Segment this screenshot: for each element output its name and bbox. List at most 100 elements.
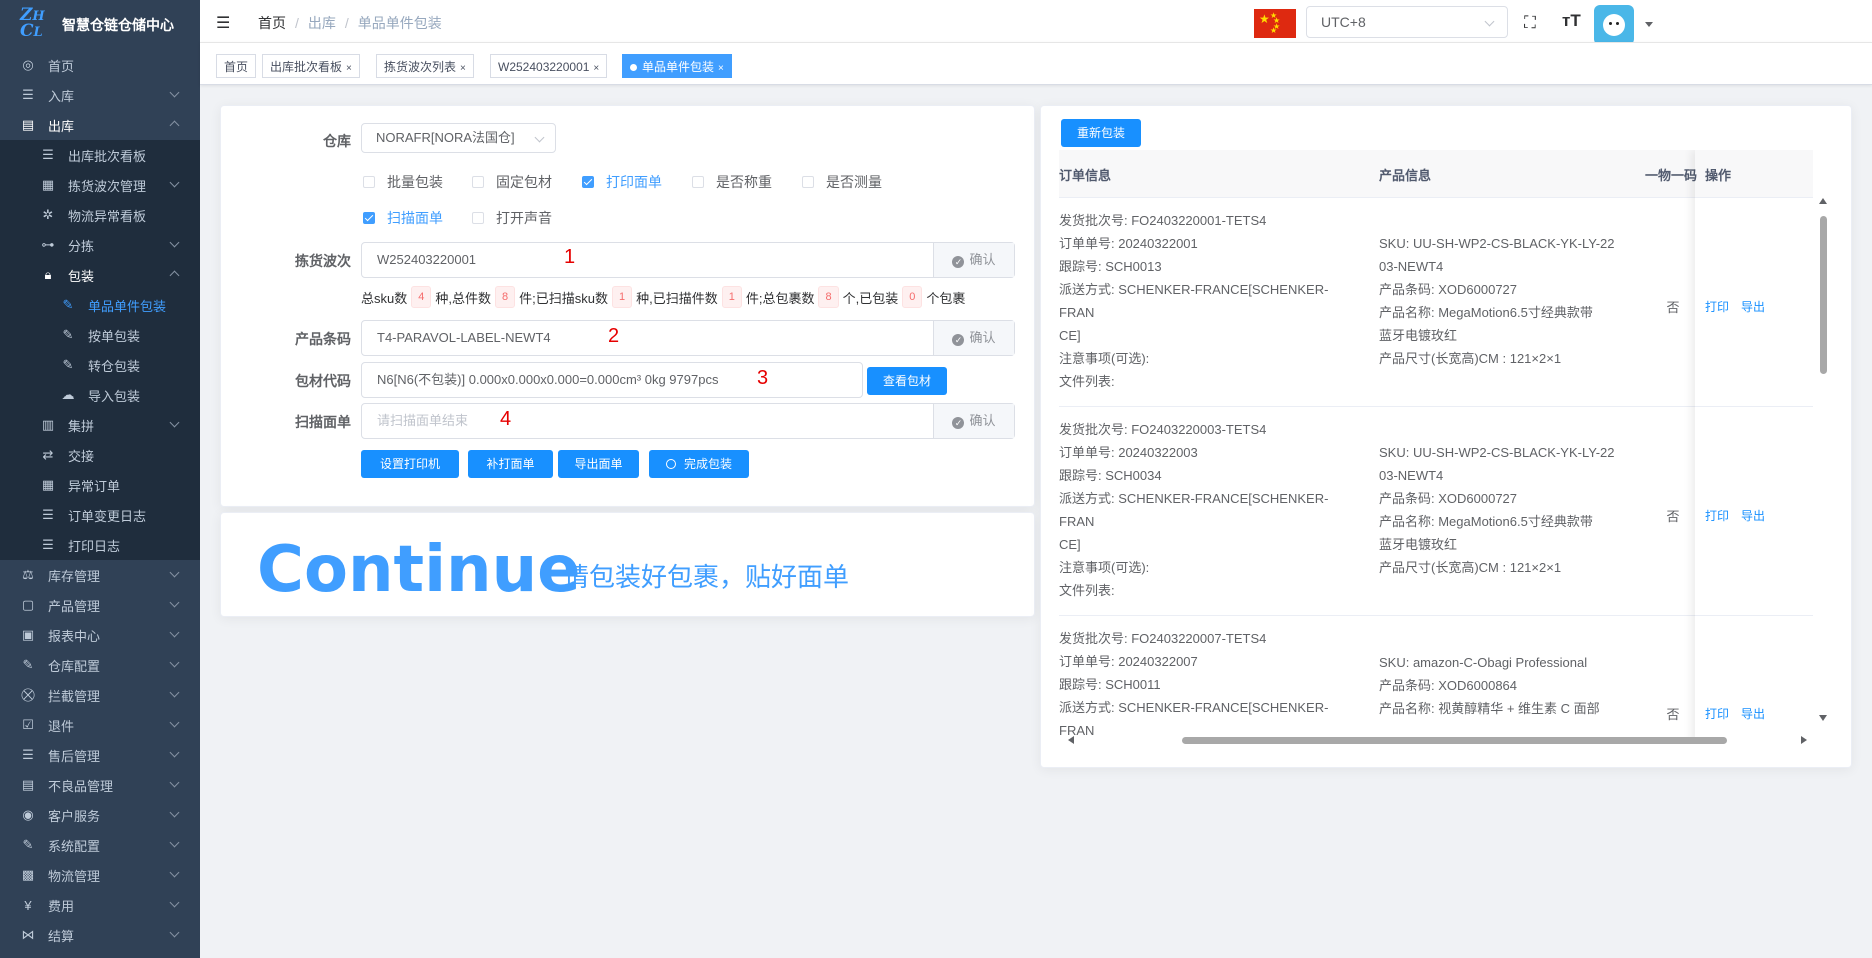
scan-confirm-button[interactable]: ✓ 确认 bbox=[933, 404, 1014, 438]
view-packing-button[interactable]: 查看包材 bbox=[867, 367, 947, 395]
edit-icon: ✎ bbox=[62, 297, 74, 312]
tag-wave-w252403220001[interactable]: W252403220001 × bbox=[490, 54, 608, 78]
warehouse-value: NORAFR[NORA法国仓] bbox=[376, 130, 515, 145]
china-flag-icon[interactable]: ★ ★ ★ ★ ★ bbox=[1254, 9, 1296, 38]
wave-input[interactable]: W252403220001 ✓ 确认 bbox=[361, 242, 1015, 278]
logo[interactable]: ZH CL 智慧仓链仓储中心 bbox=[0, 0, 200, 50]
sidebar-item[interactable]: ◉ 客户服务 bbox=[0, 800, 200, 830]
packing-input[interactable]: N6[N6(不包装)] 0.000x0.000x0.000=0.000cm³ 0… bbox=[361, 362, 863, 398]
sidebar-item[interactable]: ⋈ 结算 bbox=[0, 920, 200, 950]
sidebar-item[interactable]: ☰ 售后管理 bbox=[0, 740, 200, 770]
scan-input[interactable]: 请扫描面单结束 ✓ 确认 bbox=[361, 403, 1015, 439]
sidebar-item[interactable]: ⊶ 分拣 bbox=[0, 230, 200, 260]
repack-button[interactable]: 重新包装 bbox=[1061, 119, 1141, 147]
sidebar-item[interactable]: ▢ 产品管理 bbox=[0, 590, 200, 620]
sidebar-item-label: 出库 bbox=[48, 118, 75, 134]
scroll-up-icon[interactable] bbox=[1819, 198, 1827, 204]
close-icon[interactable]: × bbox=[346, 63, 352, 74]
hamburger-icon[interactable]: ☰ bbox=[216, 13, 230, 33]
table-row: 发货批次号: FO2403220001-TETS4 订单单号: 202403220… bbox=[1059, 197, 1813, 407]
measure-checkbox[interactable]: 是否测量 bbox=[802, 172, 882, 192]
sidebar-item[interactable]: ☰ 入库 bbox=[0, 80, 200, 110]
scroll-down-icon[interactable] bbox=[1819, 715, 1827, 721]
print-link[interactable]: 打印 bbox=[1705, 298, 1729, 315]
scroll-thumb[interactable] bbox=[1182, 737, 1727, 744]
sidebar-item[interactable]: ☰ 打印日志 bbox=[0, 530, 200, 560]
scan-label-checkbox[interactable]: 扫描面单 bbox=[363, 208, 443, 228]
vertical-scrollbar[interactable] bbox=[1816, 190, 1830, 728]
breadcrumb-outbound[interactable]: 出库 bbox=[308, 15, 336, 31]
scroll-thumb[interactable] bbox=[1820, 216, 1827, 374]
chevron-down-icon bbox=[169, 717, 180, 728]
sidebar-item[interactable]: ✎ 仓库配置 bbox=[0, 650, 200, 680]
lock-icon: 🔒︎ bbox=[44, 267, 52, 282]
sidebar-item[interactable]: ✎ 单品单件包装 bbox=[0, 290, 200, 320]
caret-down-icon[interactable] bbox=[1645, 22, 1653, 27]
export-link[interactable]: 导出 bbox=[1741, 298, 1765, 315]
sidebar-item[interactable]: ☰ 订单变更日志 bbox=[0, 500, 200, 530]
print-link[interactable]: 打印 bbox=[1705, 705, 1729, 722]
close-icon[interactable]: × bbox=[718, 63, 724, 74]
bug-icon: ✲ bbox=[42, 207, 54, 222]
sidebar-item[interactable]: ⚙系统 bbox=[0, 950, 200, 958]
wave-value: W252403220001 bbox=[377, 252, 477, 267]
sidebar-item-label: 产品管理 bbox=[48, 598, 101, 614]
sidebar-item[interactable]: ▦ 异常订单 bbox=[0, 470, 200, 500]
warehouse-select[interactable]: NORAFR[NORA法国仓] bbox=[361, 123, 556, 153]
sidebar-item[interactable]: ✎ 系统配置 bbox=[0, 830, 200, 860]
sidebar-item[interactable]: ☰ 出库批次看板 bbox=[0, 140, 200, 170]
export-label-button[interactable]: 导出面单 bbox=[558, 450, 639, 478]
tag-single-pack[interactable]: 单品单件包装 × bbox=[622, 54, 732, 78]
sidebar-item[interactable]: ¥ 费用 bbox=[0, 890, 200, 920]
tag-wave-list[interactable]: 拣货波次列表 × bbox=[376, 54, 474, 78]
breadcrumb-home[interactable]: 首页 bbox=[258, 15, 286, 31]
sidebar-item[interactable]: ⛒ 拦截管理 bbox=[0, 680, 200, 710]
barcode-input[interactable]: T4-PARAVOL-LABEL-NEWT4 ✓ 确认 bbox=[361, 320, 1015, 356]
barcode-confirm-button[interactable]: ✓ 确认 bbox=[933, 321, 1014, 355]
sidebar-item[interactable]: ☑ 退件 bbox=[0, 710, 200, 740]
sidebar-item[interactable]: ⇄ 交接 bbox=[0, 440, 200, 470]
avatar[interactable] bbox=[1594, 5, 1634, 45]
tag-outbound-board[interactable]: 出库批次看板 × bbox=[262, 54, 360, 78]
fixed-material-checkbox[interactable]: 固定包材 bbox=[472, 172, 552, 192]
sidebar-item[interactable]: ▩ 物流管理 bbox=[0, 860, 200, 890]
product-info-line: 产品尺寸(长宽高)CM : 121×2×1 bbox=[1379, 351, 1562, 366]
close-icon[interactable]: × bbox=[460, 63, 466, 74]
sidebar-item[interactable]: ⚖ 库存管理 bbox=[0, 560, 200, 590]
sidebar-item[interactable]: ▤ 不良品管理 bbox=[0, 770, 200, 800]
sidebar-item[interactable]: ▤ 出库 bbox=[0, 110, 200, 140]
complete-pack-button[interactable]: 完成包装 bbox=[649, 450, 749, 478]
weigh-checkbox[interactable]: 是否称重 bbox=[692, 172, 772, 192]
sidebar-item[interactable]: ☁ 导入包装 bbox=[0, 380, 200, 410]
packing-label: 包材代码 bbox=[295, 373, 351, 389]
sidebar-item[interactable]: ▦ 拣货波次管理 bbox=[0, 170, 200, 200]
export-link[interactable]: 导出 bbox=[1741, 705, 1765, 722]
sidebar-item[interactable]: 🔒︎ 包装 bbox=[0, 260, 200, 290]
timezone-select[interactable]: UTC+8 bbox=[1306, 6, 1508, 38]
close-icon[interactable]: × bbox=[593, 63, 599, 74]
reprint-label-button[interactable]: 补打面单 bbox=[468, 450, 553, 478]
order-info-line: 订单单号: 20240322001 bbox=[1059, 236, 1198, 251]
product-info-line: 蓝牙电镀玫红 bbox=[1379, 537, 1458, 552]
horizontal-scrollbar[interactable] bbox=[1058, 733, 1814, 747]
fullscreen-icon[interactable]: ⛶ bbox=[1524, 13, 1536, 33]
scroll-left-icon[interactable] bbox=[1068, 736, 1074, 744]
scroll-right-icon[interactable] bbox=[1801, 736, 1807, 744]
print-label-checkbox[interactable]: 打印面单 bbox=[582, 172, 662, 192]
sound-checkbox[interactable]: 打开声音 bbox=[472, 208, 552, 228]
export-link[interactable]: 导出 bbox=[1741, 507, 1765, 524]
font-size-icon[interactable]: ᴛT bbox=[1562, 11, 1581, 31]
sidebar-item[interactable]: ✲ 物流异常看板 bbox=[0, 200, 200, 230]
sidebar-item[interactable]: ▥ 集拼 bbox=[0, 410, 200, 440]
sidebar-item[interactable]: ▣ 报表中心 bbox=[0, 620, 200, 650]
batch-pack-checkbox[interactable]: 批量包装 bbox=[363, 172, 443, 192]
sidebar-item-label: 导入包装 bbox=[88, 388, 141, 404]
sidebar-item[interactable]: ✎ 按单包装 bbox=[0, 320, 200, 350]
sidebar-item[interactable]: ◎ 首页 bbox=[0, 50, 200, 80]
sidebar-item-label: 不良品管理 bbox=[48, 778, 114, 794]
sidebar-item[interactable]: ✎ 转仓包装 bbox=[0, 350, 200, 380]
wave-confirm-button[interactable]: ✓ 确认 bbox=[933, 243, 1014, 277]
set-printer-button[interactable]: 设置打印机 bbox=[361, 450, 459, 478]
print-link[interactable]: 打印 bbox=[1705, 507, 1729, 524]
tag-home[interactable]: 首页 bbox=[216, 54, 257, 78]
